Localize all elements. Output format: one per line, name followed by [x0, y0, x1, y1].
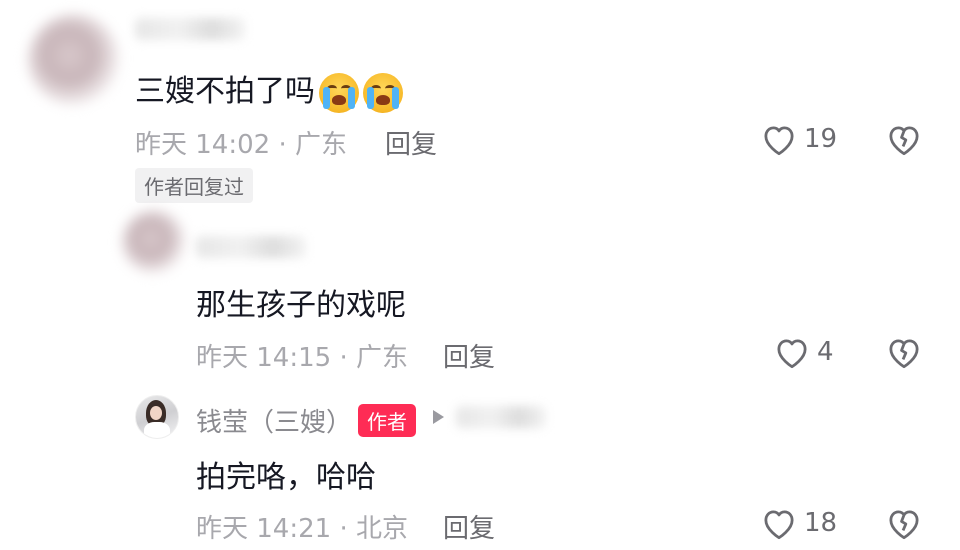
like-count: 4 — [817, 337, 834, 367]
comment-text: 拍完咯，哈哈 — [196, 460, 376, 495]
heart-outline-icon — [764, 126, 794, 156]
reply-button[interactable]: 回复 — [443, 337, 495, 374]
like-button[interactable] — [760, 506, 798, 544]
dislike-button[interactable] — [885, 122, 923, 160]
author-badge: 作者 — [358, 404, 416, 437]
comment-text: 那生孩子的戏呢 — [196, 288, 406, 323]
heart-outline-icon — [777, 339, 807, 369]
avatar[interactable] — [28, 14, 120, 106]
comment-meta: 昨天 14:15 · 广东 — [196, 343, 408, 373]
like-count: 18 — [804, 508, 838, 538]
crying-emoji-icon — [363, 72, 403, 113]
like-button[interactable] — [760, 122, 798, 160]
comment-text: 三嫂不拍了吗 — [135, 66, 403, 113]
comment-text-content: 三嫂不拍了吗 — [135, 74, 315, 109]
broken-heart-icon — [889, 126, 919, 156]
reply-to-username-blurred[interactable] — [456, 406, 546, 428]
username-blurred[interactable] — [196, 236, 306, 258]
reply-button[interactable]: 回复 — [443, 508, 495, 545]
like-button[interactable] — [773, 335, 811, 373]
avatar[interactable] — [122, 210, 186, 274]
reply-to-arrow-icon — [433, 410, 444, 424]
author-name[interactable]: 钱莹（三嫂） — [196, 402, 352, 439]
author-replied-badge: 作者回复过 — [135, 168, 253, 203]
comment-meta: 昨天 14:21 · 北京 — [196, 514, 408, 544]
reply-button[interactable]: 回复 — [385, 124, 437, 161]
broken-heart-icon — [889, 510, 919, 540]
dislike-button[interactable] — [885, 335, 923, 373]
dislike-button[interactable] — [885, 506, 923, 544]
author-avatar[interactable] — [135, 395, 179, 439]
heart-outline-icon — [764, 510, 794, 540]
crying-emoji-icon — [319, 72, 359, 113]
like-count: 19 — [804, 124, 838, 154]
comment-meta: 昨天 14:02 · 广东 — [135, 130, 347, 160]
username-blurred[interactable] — [135, 18, 245, 40]
broken-heart-icon — [889, 339, 919, 369]
